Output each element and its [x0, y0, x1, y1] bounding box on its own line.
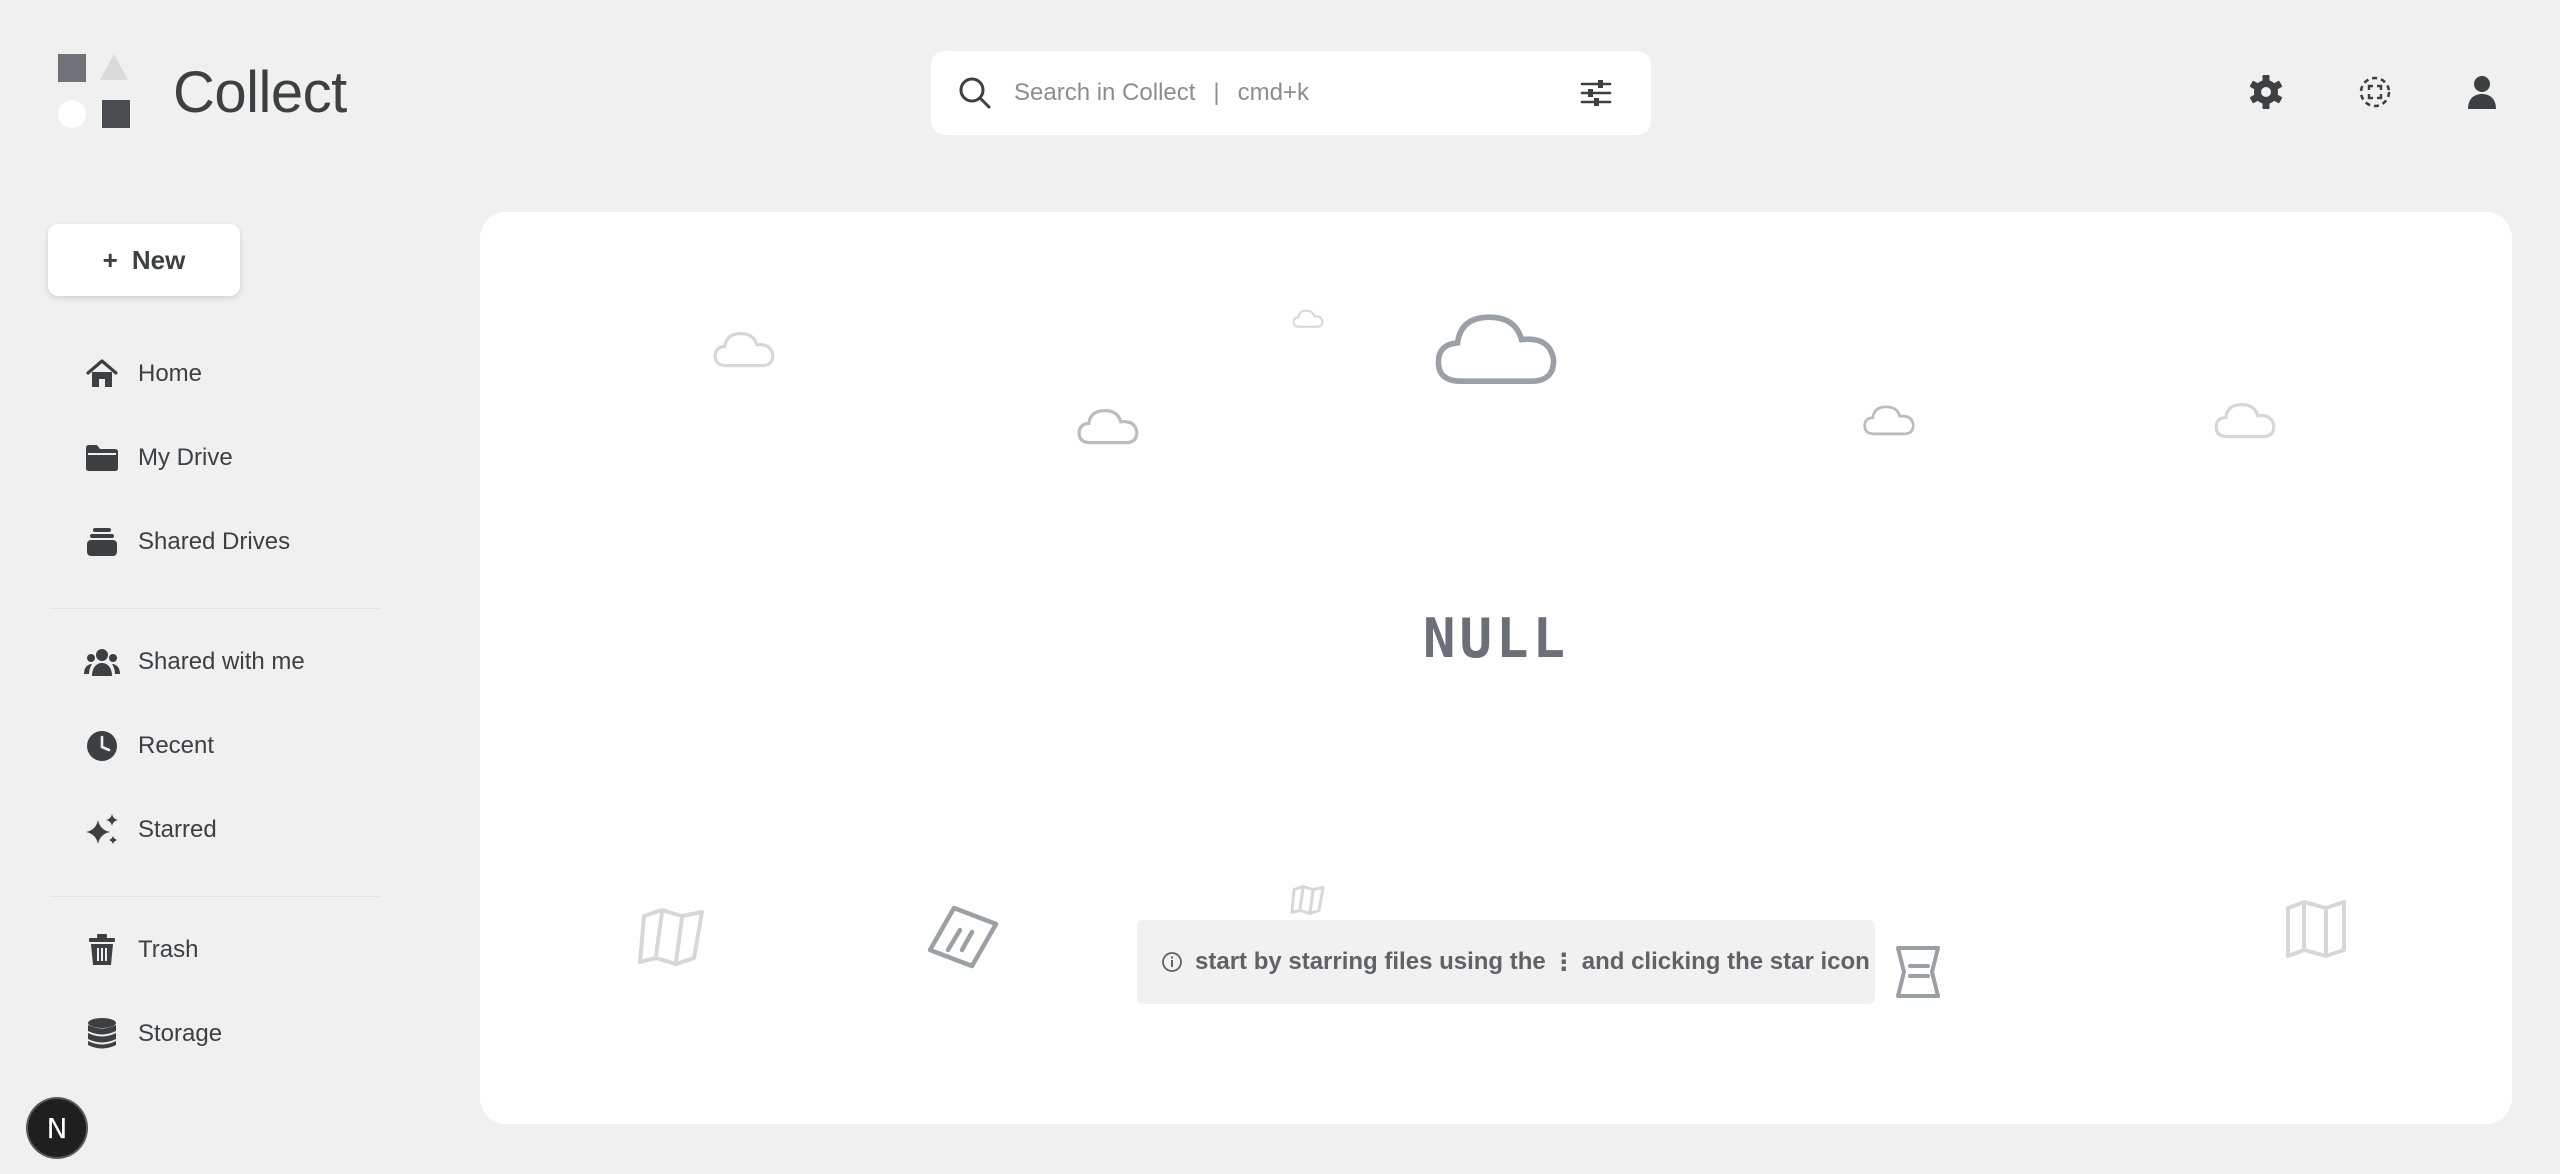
search-separator: |: [1213, 79, 1220, 106]
sidebar-item-label: Shared with me: [138, 648, 305, 675]
focus-icon[interactable]: [2354, 71, 2396, 113]
folder-icon: [86, 445, 118, 471]
sidebar-item-label: Trash: [138, 936, 199, 963]
sidebar-item-label: Shared Drives: [138, 528, 291, 555]
cloud-icon: [1863, 405, 1915, 436]
sparkle-icon: [86, 814, 118, 844]
plus-icon: +: [102, 244, 118, 275]
account-icon[interactable]: [2461, 71, 2503, 113]
settings-icon[interactable]: [2245, 71, 2287, 113]
cloud-icon: [1077, 408, 1139, 445]
app-root: Collect Search in Collect | cmd+k + New …: [0, 0, 2560, 1174]
map-icon: [2286, 900, 2346, 958]
trash-icon: [89, 934, 115, 965]
app-title: Collect: [173, 60, 347, 125]
sidebar-item-label: My Drive: [138, 444, 233, 471]
hint-text-end: and clicking the star icon: [1581, 948, 1870, 975]
cloud-icon: [2214, 402, 2276, 439]
sidebar-divider: [50, 608, 380, 609]
search-icon: [959, 77, 991, 109]
empty-state-title: NULL: [1422, 607, 1570, 670]
main-panel: NULL start by starring files using the ⋮…: [480, 212, 2512, 1124]
next-badge[interactable]: N: [28, 1099, 86, 1157]
empty-state-hint: start by starring files using the ⋮ and …: [1137, 920, 1875, 1004]
new-button-label: New: [131, 244, 186, 275]
search-shortcut: cmd+k: [1237, 79, 1310, 106]
info-icon: [1162, 952, 1182, 972]
cloud-icon: [1435, 314, 1557, 384]
more-vert-icon: ⋮: [1551, 948, 1576, 976]
search-input[interactable]: Search in Collect | cmd+k: [1014, 51, 1309, 135]
sidebar-item-label: Home: [138, 360, 203, 387]
clock-icon: [87, 731, 117, 761]
sidebar-item-label: Starred: [138, 816, 217, 843]
search-bar[interactable]: Search in Collect | cmd+k: [931, 51, 1651, 135]
map-icon: [638, 908, 704, 966]
scroll-icon: [1896, 946, 1940, 998]
search-placeholder: Search in Collect: [1014, 79, 1196, 106]
sidebar-item-storage[interactable]: Storage: [84, 1010, 374, 1058]
sidebar-item-shared-drives[interactable]: Shared Drives: [84, 518, 374, 566]
sidebar-item-recent[interactable]: Recent: [84, 722, 374, 770]
sidebar-item-starred[interactable]: Starred: [84, 806, 374, 854]
home-icon: [86, 359, 118, 387]
hint-text-start: start by starring files using the: [1195, 948, 1546, 975]
database-icon: [88, 1018, 116, 1049]
sidebar-item-shared-with-me[interactable]: Shared with me: [84, 638, 374, 686]
collect-logo-icon[interactable]: [58, 54, 132, 130]
badge-letter: N: [46, 1111, 68, 1145]
cloud-icon: [1292, 309, 1324, 328]
sidebar-item-trash[interactable]: Trash: [84, 926, 374, 974]
sidebar-item-home[interactable]: Home: [84, 350, 374, 398]
cloud-icon: [713, 331, 775, 368]
people-icon: [84, 649, 120, 676]
shared-drives-icon: [87, 528, 117, 556]
filter-settings-icon[interactable]: [1576, 73, 1616, 113]
scroll-icon: [927, 905, 999, 969]
sidebar-item-label: Recent: [138, 732, 215, 759]
new-button[interactable]: + New: [48, 224, 240, 296]
sidebar-item-label: Storage: [138, 1020, 223, 1047]
sidebar-item-my-drive[interactable]: My Drive: [84, 434, 374, 482]
sidebar-divider: [50, 896, 380, 897]
map-icon: [1290, 885, 1325, 915]
